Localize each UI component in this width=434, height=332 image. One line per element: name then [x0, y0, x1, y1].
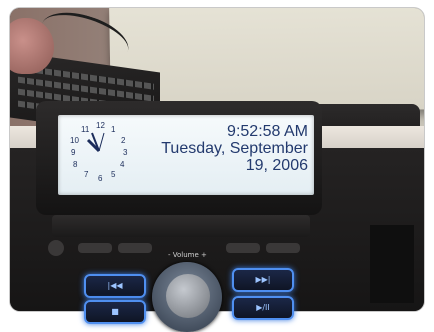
- clock-numeral: 9: [71, 148, 76, 157]
- round-button[interactable]: [48, 240, 64, 256]
- digital-clock: 9:52:58 AM Tuesday, September 19, 2006: [128, 123, 308, 174]
- clock-numeral: 5: [111, 170, 116, 179]
- next-track-button[interactable]: ▶▶|: [232, 268, 294, 292]
- soft-key[interactable]: [226, 243, 260, 253]
- clock-numeral: 12: [96, 121, 105, 130]
- soft-key[interactable]: [118, 243, 152, 253]
- clock-numeral: 11: [81, 125, 90, 134]
- display-hinge: [52, 215, 310, 237]
- clock-numeral: 4: [120, 160, 125, 169]
- soft-key[interactable]: [266, 243, 300, 253]
- image-frame: 12 1 2 3 4 5 6 7 8 9 10 11 9:52:58 AM Tu…: [0, 0, 434, 332]
- clock-numeral: 6: [98, 174, 103, 183]
- analog-clock: 12 1 2 3 4 5 6 7 8 9 10 11: [66, 118, 132, 184]
- analog-clock-face: 12 1 2 3 4 5 6 7 8 9 10 11: [70, 121, 128, 183]
- clock-numeral: 10: [70, 136, 79, 145]
- clock-numeral: 2: [121, 136, 126, 145]
- stop-button[interactable]: ■: [84, 300, 146, 324]
- previous-track-button[interactable]: |◀◀: [84, 274, 146, 298]
- date-text-line2: 19, 2006: [245, 157, 308, 174]
- clock-numeral: 1: [111, 125, 116, 134]
- clock-numeral: 8: [73, 160, 78, 169]
- time-text: 9:52:58 AM: [227, 123, 308, 140]
- clock-numeral: 7: [84, 170, 89, 179]
- play-pause-button[interactable]: ▶/II: [232, 296, 294, 320]
- volume-label: - Volume +: [168, 251, 207, 259]
- soft-key[interactable]: [78, 243, 112, 253]
- date-text-line1: Tuesday, September: [161, 140, 308, 157]
- phone-side-panel: [370, 225, 414, 303]
- jog-wheel-center[interactable]: [166, 274, 210, 318]
- lcd-screen: 12 1 2 3 4 5 6 7 8 9 10 11 9:52:58 AM Tu…: [58, 115, 314, 195]
- second-hand: [98, 132, 105, 152]
